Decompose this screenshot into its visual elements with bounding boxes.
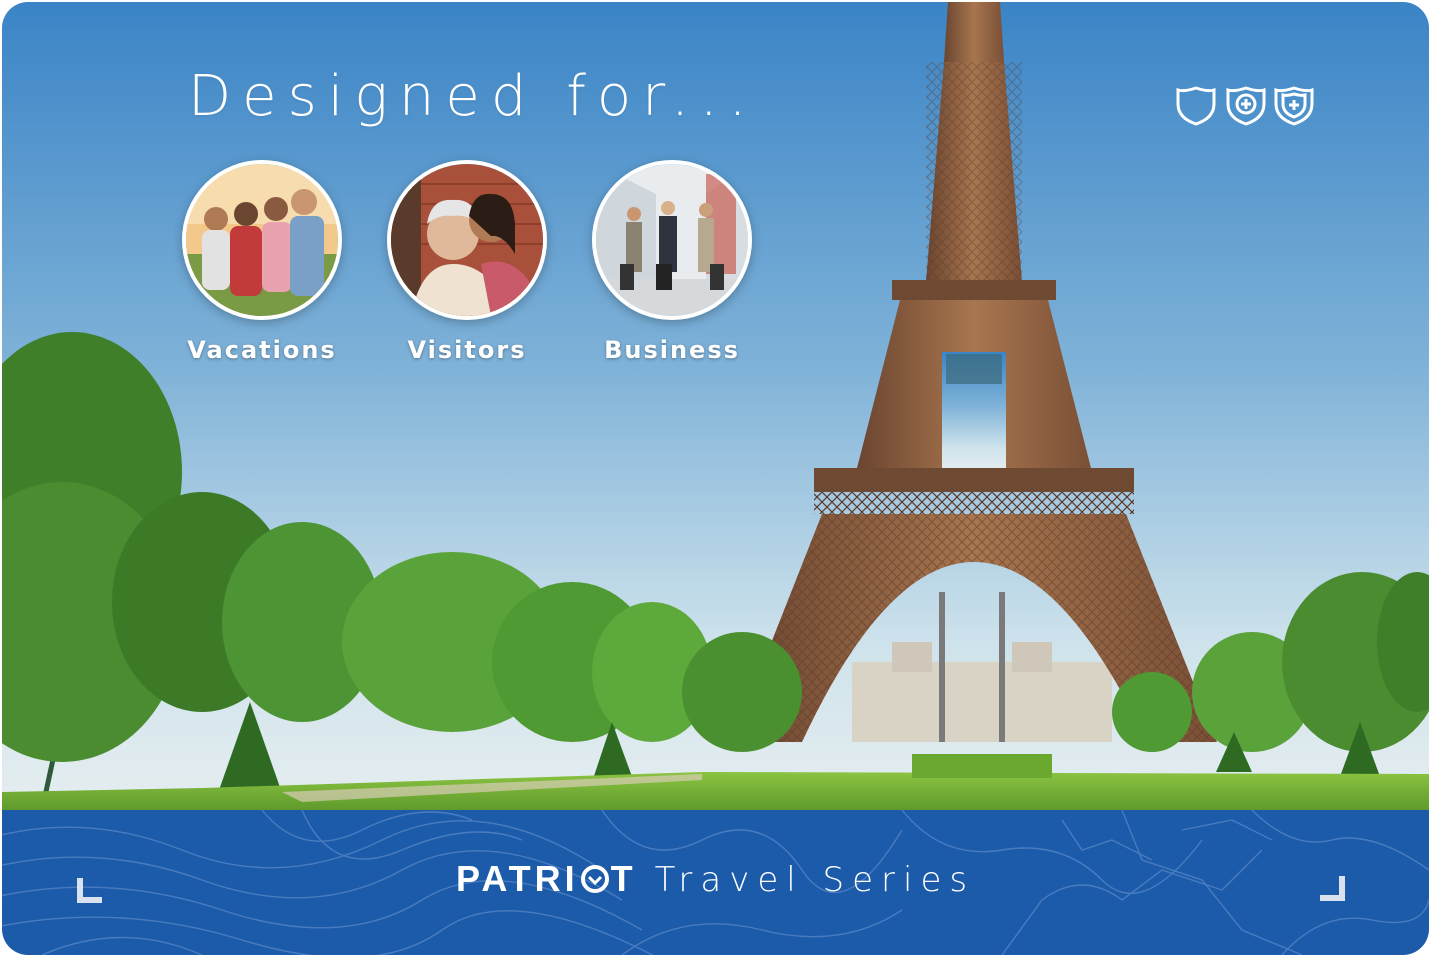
- shield-outline-icon: [1176, 86, 1216, 126]
- category-label: Business: [604, 336, 740, 364]
- vacations-photo[interactable]: [182, 160, 342, 320]
- coverage-shields: [1176, 86, 1314, 126]
- grandmother-granddaughter-photo: [391, 164, 543, 316]
- corner-bracket-right-icon: [1320, 876, 1345, 901]
- category-visitors[interactable]: Visitors: [387, 160, 547, 364]
- shield-cross-icon: [1226, 86, 1266, 126]
- category-label: Vacations: [187, 336, 337, 364]
- business-photo[interactable]: [592, 160, 752, 320]
- brand-logo-left: PATRI: [456, 858, 579, 899]
- corner-bracket-left-icon: [77, 878, 102, 903]
- visitors-photo[interactable]: [387, 160, 547, 320]
- travel-series-card: Designed for... Vacations Visitors Busin…: [2, 2, 1429, 955]
- brand-lockup: PATRI T Travel Series: [456, 858, 975, 908]
- patriot-shield-o-icon: [580, 865, 609, 893]
- group-of-friends-photo: [186, 164, 338, 316]
- category-business[interactable]: Business: [592, 160, 752, 364]
- business-travelers-photo: [596, 164, 748, 316]
- category-vacations[interactable]: Vacations: [182, 160, 342, 364]
- brand-logo: PATRI T: [456, 858, 637, 899]
- shield-cross-double-icon: [1274, 86, 1314, 126]
- brand-series: Travel Series: [654, 860, 976, 900]
- category-label: Visitors: [407, 336, 527, 364]
- page-title: Designed for...: [188, 64, 758, 129]
- brand-logo-right: T: [610, 858, 637, 899]
